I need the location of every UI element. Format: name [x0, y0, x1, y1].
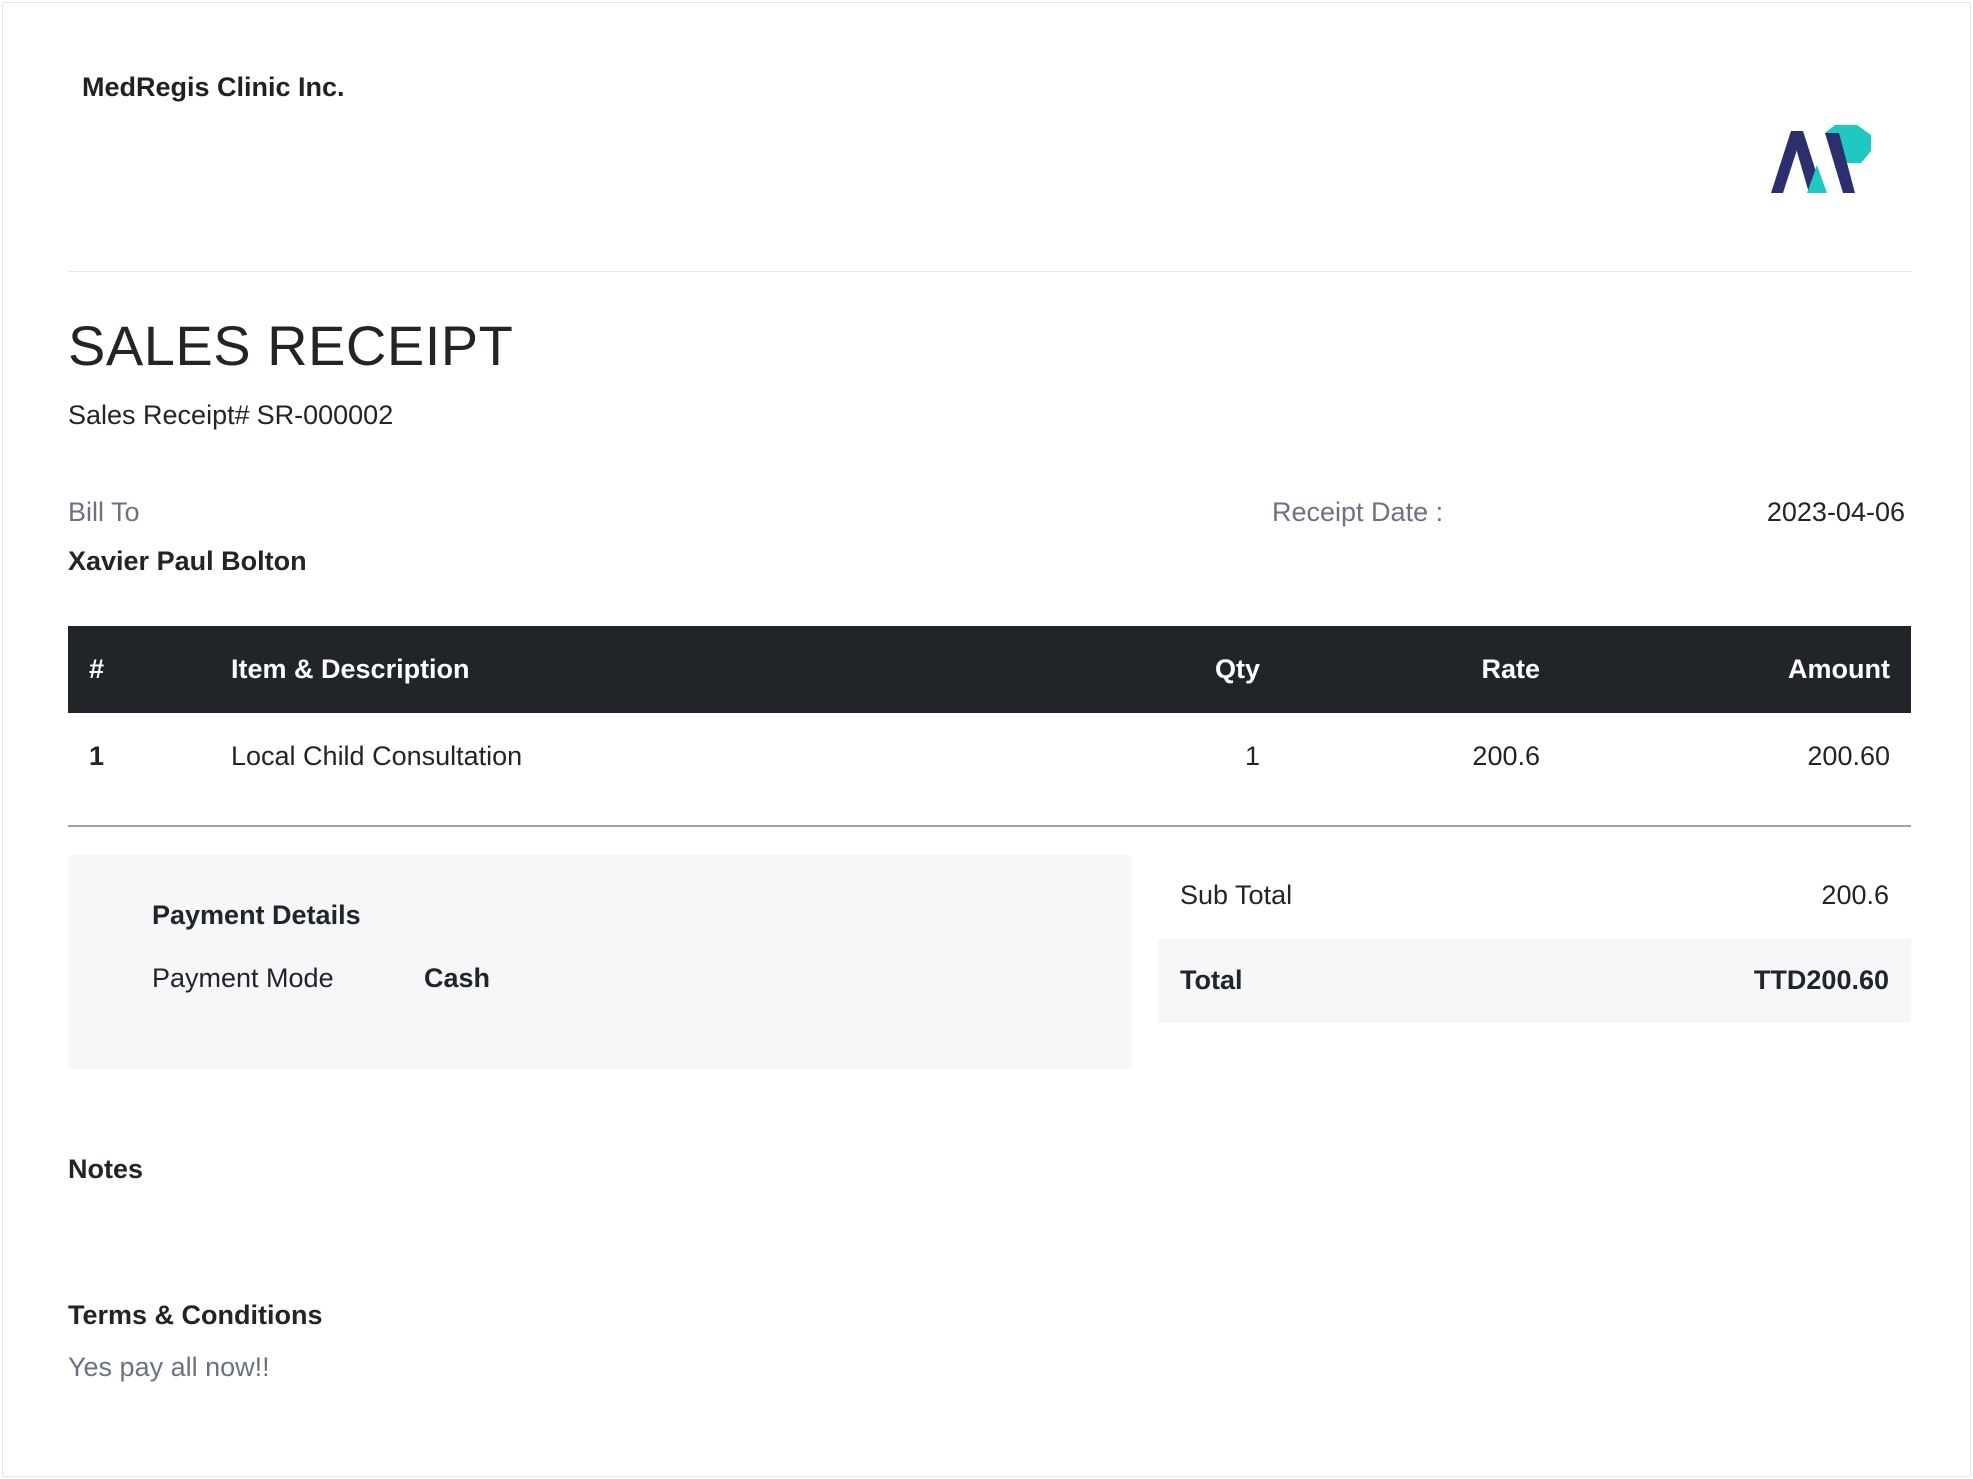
header-number: # [89, 654, 105, 684]
header-item-description: Item & Description [231, 654, 470, 684]
total-value: TTD200.60 [1753, 965, 1889, 995]
company-name: MedRegis Clinic Inc. [82, 72, 345, 102]
notes-label: Notes [68, 1154, 144, 1184]
terms-label: Terms & Conditions [68, 1300, 323, 1330]
payment-details-panel: Payment Details Payment Mode Cash [68, 855, 1132, 1069]
payment-mode-value: Cash [424, 963, 491, 993]
header-qty: Qty [1214, 654, 1260, 684]
subtotal-label: Sub Total [1180, 880, 1293, 910]
document-title: SALES RECEIPT [68, 314, 514, 377]
header-amount: Amount [1788, 654, 1890, 684]
receipt-date-value: 2023-04-06 [1766, 497, 1905, 527]
header-rate: Rate [1481, 654, 1540, 684]
total-row: Total TTD200.60 [1158, 939, 1911, 1023]
items-table-header: # Item & Description Qty Rate Amount [68, 626, 1911, 713]
row-rate: 200.6 [1472, 741, 1540, 771]
receipt-number-label: Sales Receipt# [68, 400, 250, 430]
bill-to-name: Xavier Paul Bolton [68, 546, 307, 576]
receipt-page: MedRegis Clinic Inc. SALES RECEIPT Sales… [2, 2, 1971, 1477]
items-table: # Item & Description Qty Rate Amount 1 L… [68, 626, 1911, 800]
payment-details-title: Payment Details [152, 900, 361, 930]
subtotal-value: 200.6 [1821, 880, 1889, 910]
receipt-date-label: Receipt Date : [1272, 497, 1444, 527]
header-divider [68, 271, 1911, 272]
total-label: Total [1180, 965, 1243, 995]
bill-to-label: Bill To [68, 497, 140, 527]
medregis-logo-icon [1771, 125, 1871, 193]
row-number: 1 [89, 741, 105, 771]
items-divider [68, 825, 1911, 827]
subtotal-row: Sub Total 200.6 [1158, 855, 1911, 939]
payment-mode-label: Payment Mode [152, 963, 334, 993]
row-qty: 1 [1244, 741, 1260, 771]
row-amount: 200.60 [1807, 741, 1890, 771]
receipt-number-value: SR-000002 [256, 400, 394, 430]
terms-text: Yes pay all now!! [68, 1352, 270, 1382]
receipt-number: Sales Receipt# SR-000002 [68, 400, 393, 431]
row-item-description: Local Child Consultation [231, 741, 523, 771]
table-row: 1 Local Child Consultation 1 200.6 200.6… [68, 713, 1911, 800]
